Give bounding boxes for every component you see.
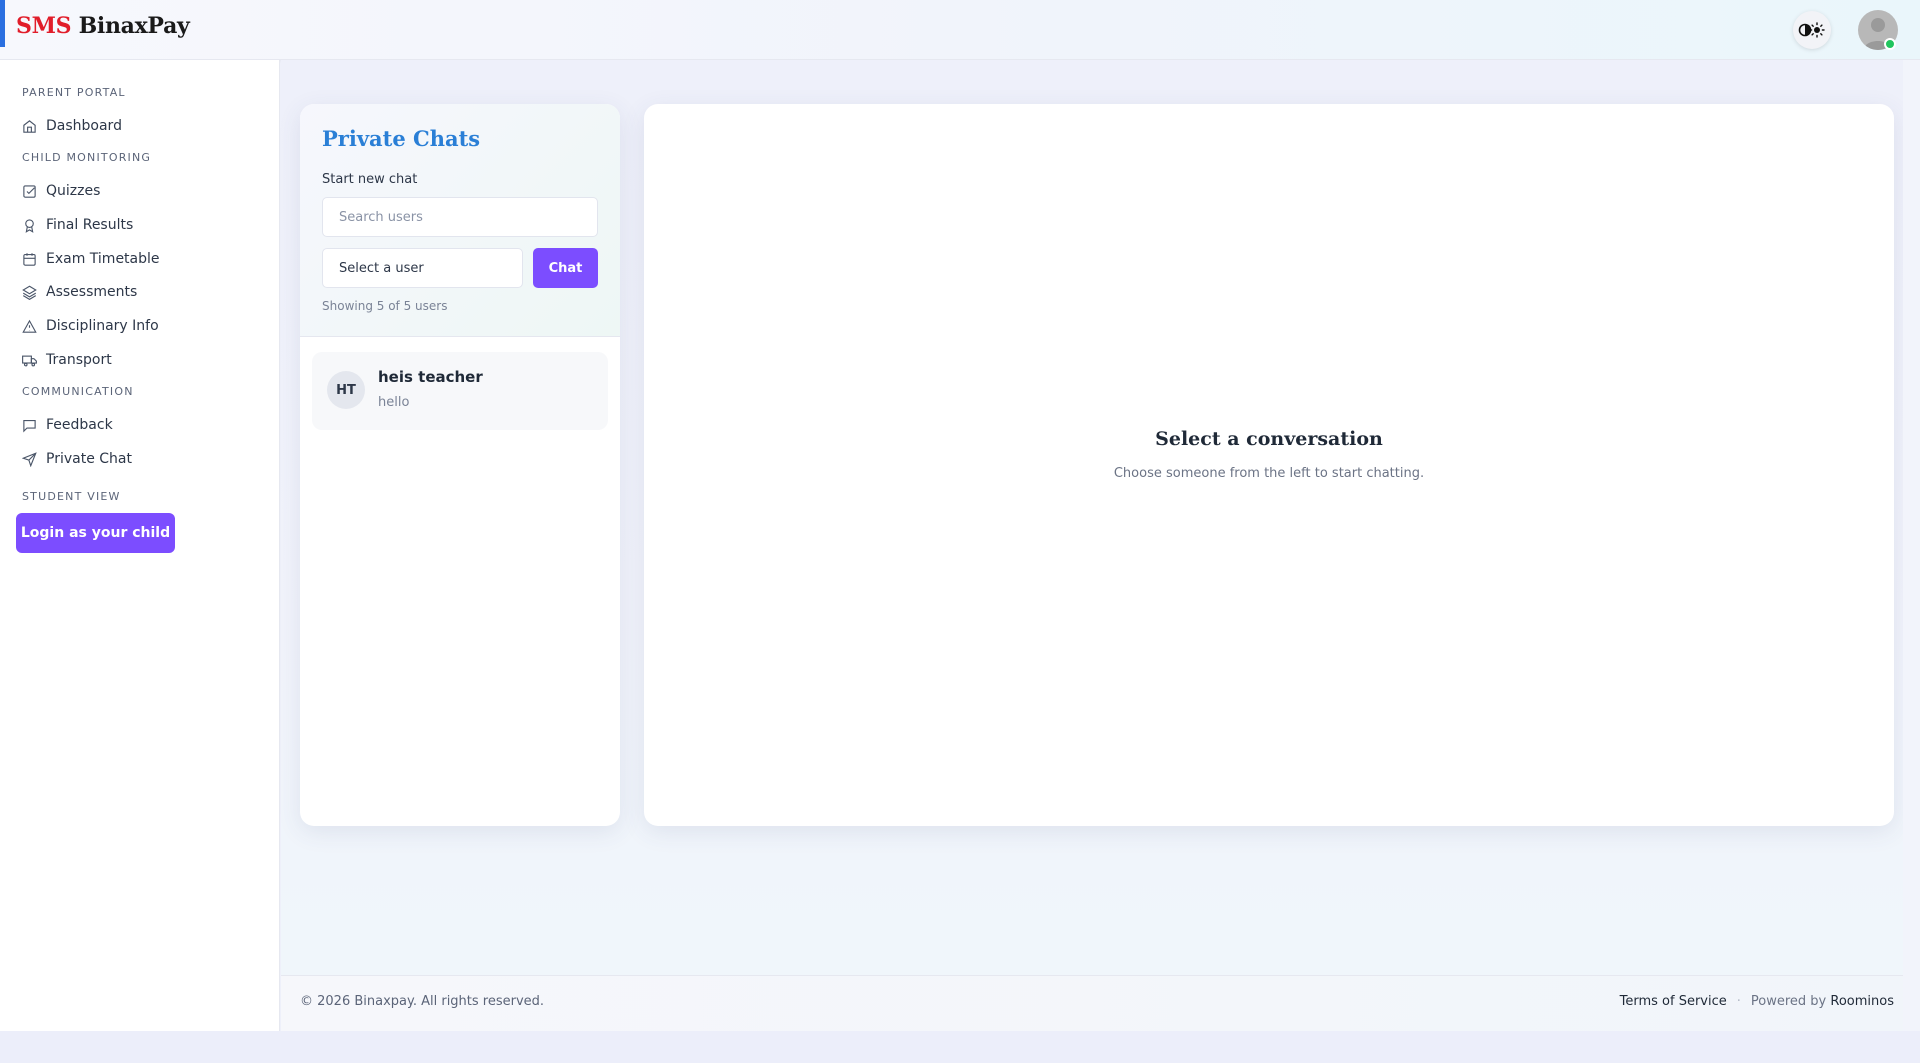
layers-icon — [22, 285, 37, 300]
sidebar-section-communication: COMMUNICATION — [22, 385, 134, 398]
brand-accent-bar — [0, 0, 5, 47]
theme-toggle-button[interactable] — [1793, 11, 1831, 49]
conversation-list-item[interactable]: HT heis teacher hello — [312, 352, 608, 430]
powered-by-link[interactable]: Roominos — [1830, 994, 1894, 1009]
message-square-icon — [23, 419, 36, 432]
powered-by-text: Powered by — [1750, 994, 1827, 1009]
alert-triangle-icon — [22, 319, 37, 333]
search-users-input[interactable] — [322, 197, 598, 237]
avatar: HT — [327, 371, 365, 409]
start-new-chat-label: Start new chat — [322, 172, 418, 187]
footer: © 2026 Binaxpay. All rights reserved. Te… — [281, 975, 1920, 1031]
home-icon — [23, 119, 36, 133]
select-user-value: Select a user — [339, 260, 424, 276]
sidebar-item-feedback[interactable]: Feedback — [22, 412, 262, 438]
sidebar-item-label: Transport — [46, 352, 112, 368]
sidebar-section-parent-portal: PARENT PORTAL — [22, 86, 126, 99]
select-user-dropdown[interactable]: Select a user — [322, 248, 523, 288]
sidebar-item-label: Quizzes — [46, 183, 101, 199]
top-header: SMS BinaxPay — [0, 0, 1920, 60]
sidebar-item-label: Exam Timetable — [46, 251, 160, 267]
sidebar-item-final-results[interactable]: Final Results — [22, 212, 262, 238]
sidebar-item-disciplinary-info[interactable]: Disciplinary Info — [22, 313, 262, 339]
user-count-text: Showing 5 of 5 users — [322, 299, 448, 313]
sidebar-item-label: Final Results — [46, 217, 134, 233]
sidebar-item-exam-timetable[interactable]: Exam Timetable — [22, 246, 262, 272]
start-chat-button[interactable]: Chat — [533, 248, 598, 288]
contrast-sun-icon — [1798, 22, 1825, 38]
sidebar-item-quizzes[interactable]: Quizzes — [22, 178, 262, 204]
conversation-preview: hello — [378, 395, 410, 410]
sidebar-item-assessments[interactable]: Assessments — [22, 279, 262, 305]
truck-icon — [22, 355, 37, 366]
sidebar-item-transport[interactable]: Transport — [22, 347, 262, 373]
sidebar-section-student-view: STUDENT VIEW — [22, 490, 121, 503]
sidebar-item-dashboard[interactable]: Dashboard — [22, 113, 262, 139]
sidebar-item-label: Disciplinary Info — [46, 318, 159, 334]
conversation-panel: Select a conversation Choose someone fro… — [644, 104, 1894, 826]
sidebar: PARENT PORTAL Dashboard CHILD MONITORING… — [0, 60, 280, 1031]
sidebar-item-label: Feedback — [46, 417, 113, 433]
sidebar-item-private-chat[interactable]: Private Chat — [22, 446, 262, 472]
empty-state-title: Select a conversation — [1155, 428, 1383, 450]
copyright-text: © 2026 Binaxpay. All rights reserved. — [300, 994, 545, 1009]
sidebar-item-label: Assessments — [46, 284, 138, 300]
conversation-name: heis teacher — [378, 368, 483, 386]
bottom-strip — [0, 1031, 1920, 1063]
sidebar-section-child-monitoring: CHILD MONITORING — [22, 151, 152, 164]
online-status-dot — [1884, 38, 1896, 50]
calendar-icon — [23, 252, 36, 266]
login-as-child-button[interactable]: Login as your child — [16, 513, 175, 553]
sidebar-item-label: Private Chat — [46, 451, 132, 467]
footer-separator: · — [1736, 994, 1741, 1009]
sidebar-item-label: Dashboard — [46, 118, 122, 134]
terms-of-service-link[interactable]: Terms of Service — [1620, 994, 1727, 1009]
chats-panel-header: Private Chats Start new chat Select a us… — [300, 104, 620, 337]
brand-prefix: SMS — [16, 13, 72, 39]
empty-state-subtitle: Choose someone from the left to start ch… — [1113, 466, 1425, 481]
footer-links: Terms of Service · Powered by Roominos — [1620, 994, 1894, 1009]
send-icon — [22, 451, 37, 467]
page-title: Private Chats — [322, 126, 481, 151]
brand-name: BinaxPay — [78, 13, 190, 39]
brand-logo[interactable]: SMS BinaxPay — [16, 13, 190, 39]
checkbox-icon — [23, 184, 36, 198]
award-icon — [25, 218, 34, 233]
private-chats-panel: Private Chats Start new chat Select a us… — [300, 104, 620, 826]
page-scrollbar[interactable] — [1903, 60, 1920, 1031]
